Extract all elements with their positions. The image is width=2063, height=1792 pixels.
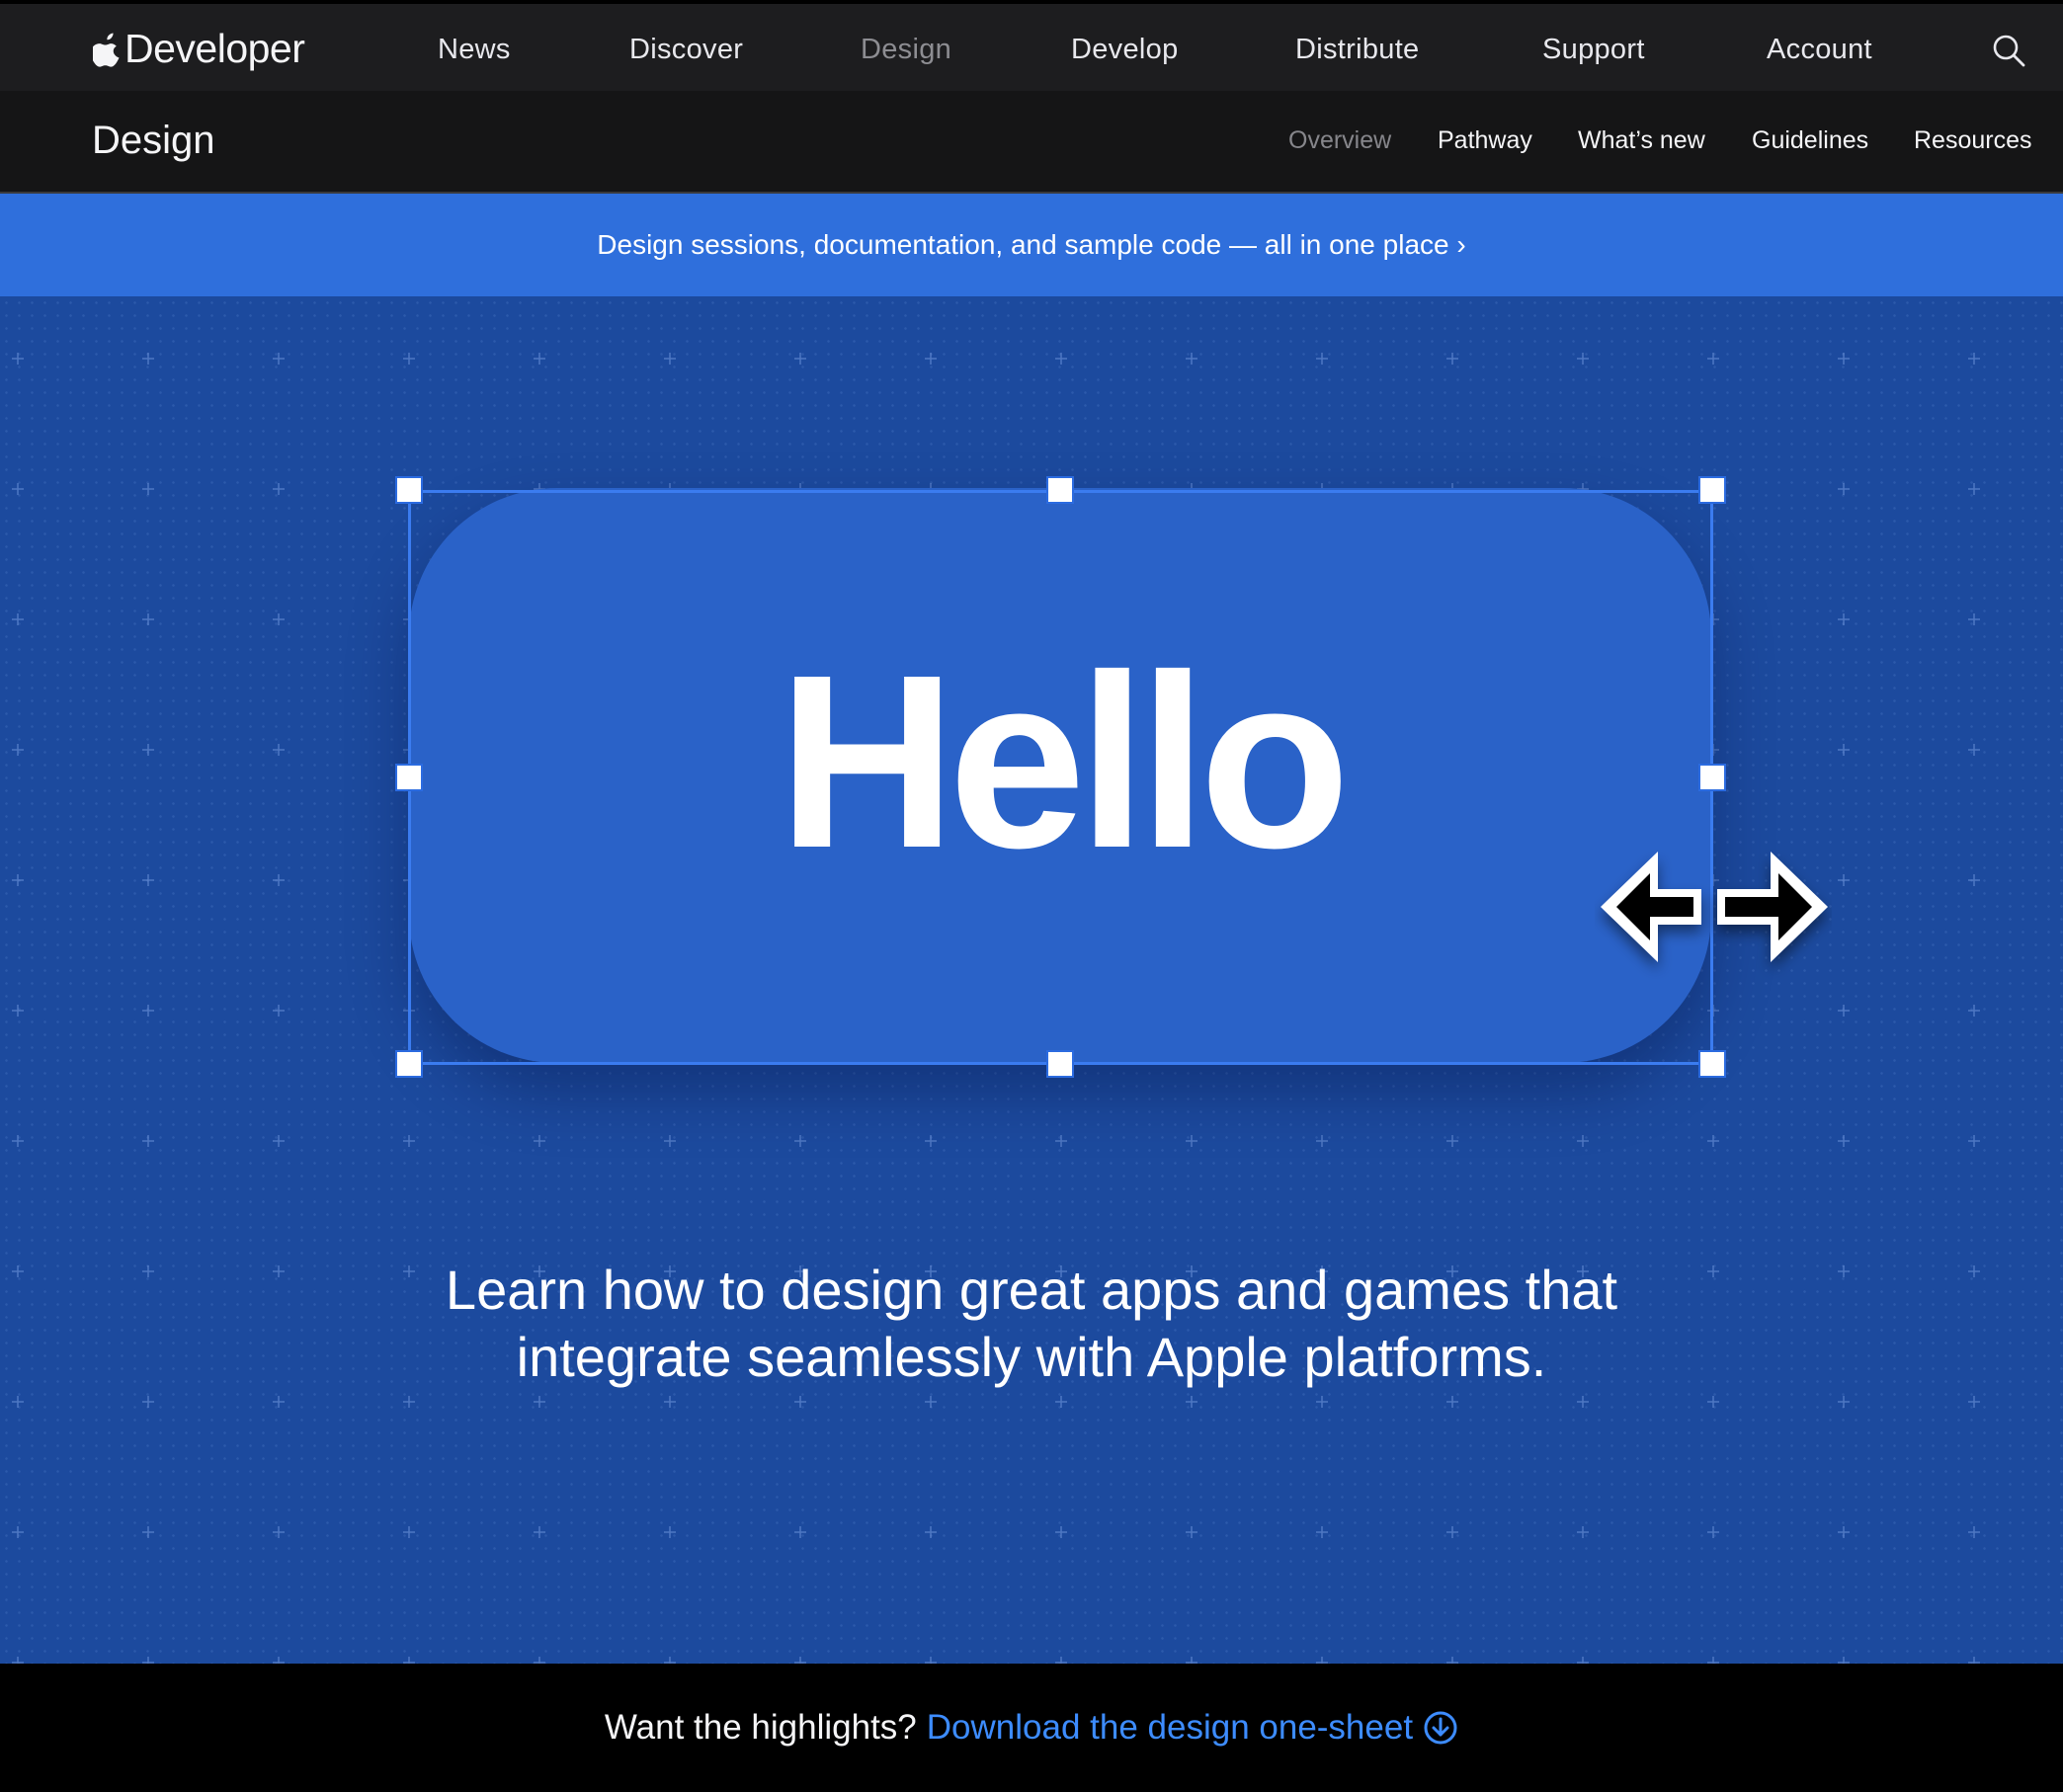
nav-account[interactable]: Account bbox=[1767, 30, 1872, 69]
announcement-banner: Design sessions, documentation, and samp… bbox=[0, 194, 2063, 296]
resize-handle-top-right[interactable] bbox=[1698, 476, 1726, 504]
resize-handle-right[interactable] bbox=[1698, 764, 1726, 791]
highlights-bar: Want the highlights? Download the design… bbox=[0, 1664, 2063, 1792]
developer-logo[interactable]: Developer bbox=[93, 24, 305, 73]
local-nav-pathway[interactable]: Pathway bbox=[1438, 126, 1532, 155]
download-link-label: Download the design one-sheet bbox=[926, 1708, 1414, 1747]
resize-handle-top[interactable] bbox=[1046, 476, 1074, 504]
apple-icon bbox=[93, 33, 120, 67]
global-nav: Developer News Discover Design Develop D… bbox=[0, 0, 2063, 91]
local-nav-title[interactable]: Design bbox=[92, 119, 215, 163]
highlights-lead: Want the highlights? bbox=[604, 1708, 917, 1747]
hero-tagline-line1: Learn how to design great apps and games… bbox=[445, 1259, 1618, 1321]
hero-tagline: Learn how to design great apps and games… bbox=[340, 1257, 1723, 1391]
resize-handle-left[interactable] bbox=[395, 764, 423, 791]
download-one-sheet-link[interactable]: Download the design one-sheet bbox=[927, 1708, 1458, 1748]
resize-handle-bottom-left[interactable] bbox=[395, 1050, 423, 1078]
brand-label: Developer bbox=[124, 25, 305, 71]
local-nav-overview[interactable]: Overview bbox=[1288, 126, 1391, 155]
banner-link[interactable]: Design sessions, documentation, and samp… bbox=[597, 229, 1465, 261]
hero-tagline-line2: integrate seamlessly with Apple platform… bbox=[516, 1326, 1547, 1388]
resize-handle-top-left[interactable] bbox=[395, 476, 423, 504]
horizontal-resize-cursor-icon bbox=[1601, 852, 1828, 962]
nav-news[interactable]: News bbox=[438, 30, 511, 69]
hello-button-label: Hello bbox=[778, 622, 1350, 899]
nav-develop[interactable]: Develop bbox=[1071, 30, 1179, 69]
nav-discover[interactable]: Discover bbox=[629, 30, 743, 69]
resize-handle-bottom-right[interactable] bbox=[1698, 1050, 1726, 1078]
hero-section: Hello Learn how to design great apps and… bbox=[0, 296, 2063, 1664]
resize-handle-bottom[interactable] bbox=[1046, 1050, 1074, 1078]
nav-distribute[interactable]: Distribute bbox=[1295, 30, 1420, 69]
local-nav-resources[interactable]: Resources bbox=[1914, 126, 2032, 155]
search-icon[interactable] bbox=[1992, 34, 2025, 67]
hello-sample-button[interactable]: Hello bbox=[409, 488, 1711, 1063]
nav-support[interactable]: Support bbox=[1542, 30, 1645, 69]
local-nav-whats-new[interactable]: What’s new bbox=[1578, 126, 1705, 155]
local-nav-guidelines[interactable]: Guidelines bbox=[1752, 126, 1868, 155]
download-circle-icon bbox=[1424, 1711, 1457, 1745]
nav-design[interactable]: Design bbox=[861, 30, 951, 69]
local-nav: Design Overview Pathway What’s new Guide… bbox=[0, 91, 2063, 194]
